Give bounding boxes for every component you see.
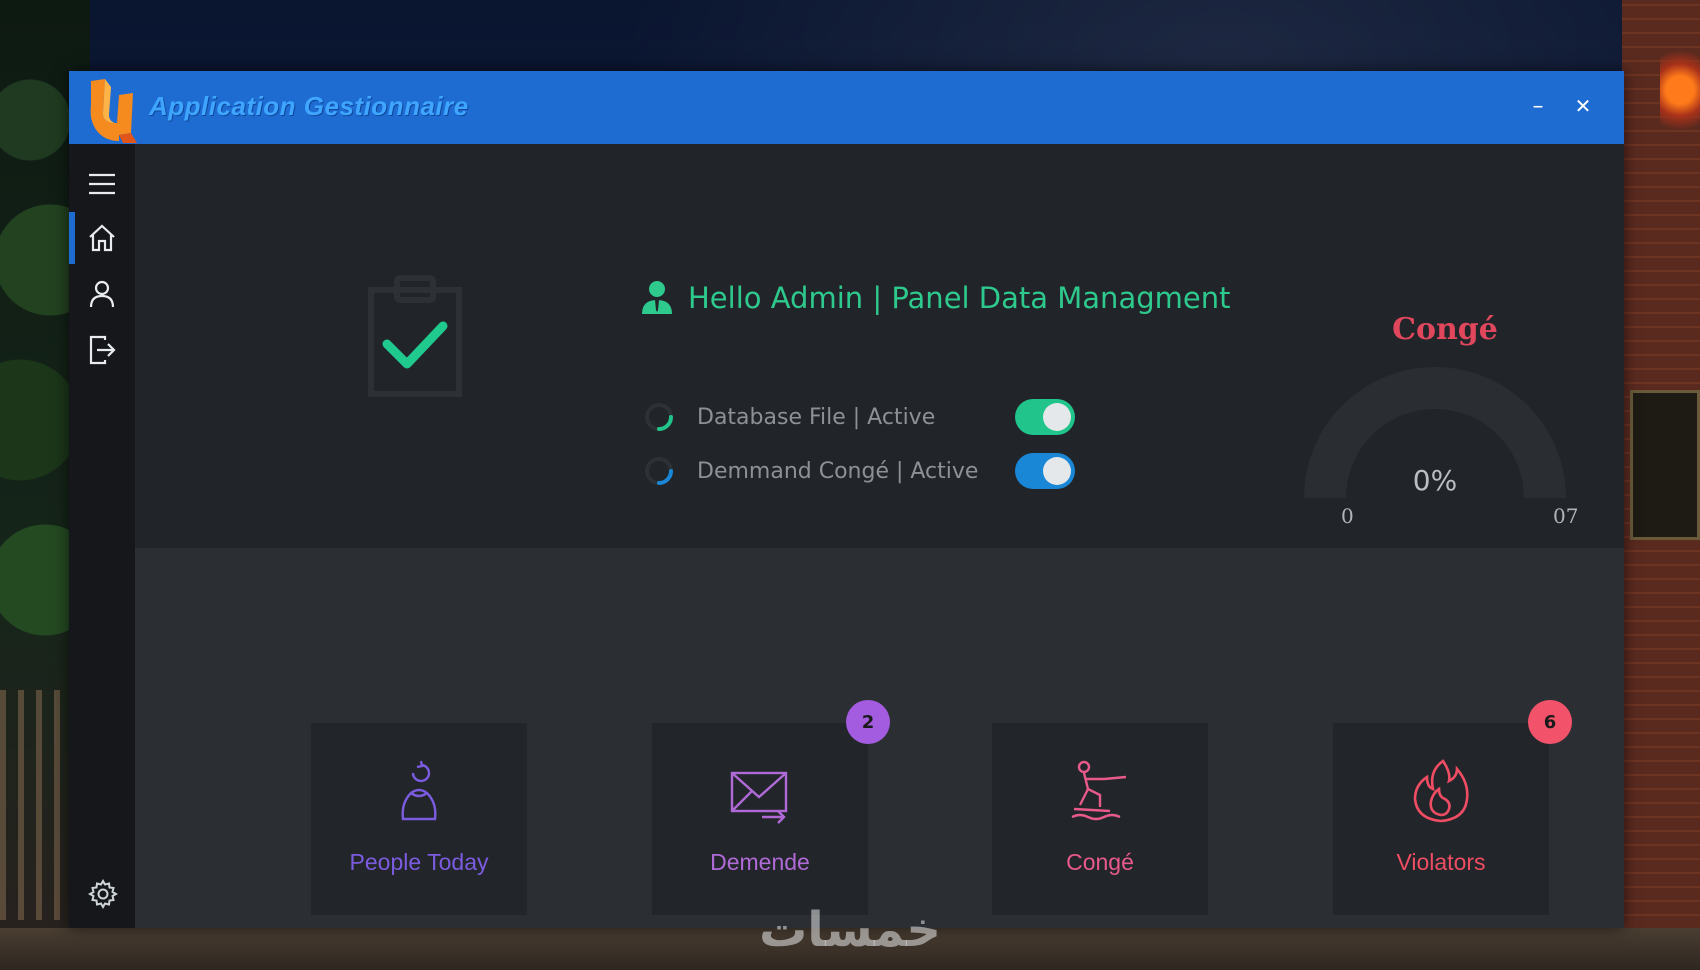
- background-railing: [0, 690, 70, 920]
- loading-spinner-icon: [645, 457, 673, 485]
- demmand-conge-toggle[interactable]: [1015, 453, 1075, 489]
- gauge-value: 0%: [1412, 464, 1458, 497]
- logout-icon: [89, 335, 116, 365]
- toggle-knob: [1043, 457, 1071, 485]
- mail-forward-icon: [730, 771, 788, 824]
- tile-label: Congé: [1066, 849, 1134, 875]
- minimize-button[interactable]: –: [1523, 91, 1553, 121]
- greeting: Hello Admin | Panel Data Managment: [640, 278, 1230, 318]
- tile-label: Violators: [1396, 849, 1486, 875]
- sidebar-item-logout[interactable]: [69, 322, 135, 378]
- person-refresh-icon: [401, 760, 437, 821]
- home-icon: [89, 224, 115, 252]
- tile-people-today[interactable]: People Today: [311, 723, 527, 915]
- admin-user-icon: [642, 281, 672, 314]
- tile-conge[interactable]: Congé: [992, 723, 1208, 915]
- status-label: Demmand Congé | Active: [697, 458, 979, 484]
- dashboard-tiles-panel: People Today Demende 2 Congé Violators 6: [135, 548, 1624, 928]
- water-ski-icon: [1071, 760, 1127, 821]
- tile-demende[interactable]: Demende: [652, 723, 868, 915]
- close-button[interactable]: ✕: [1568, 91, 1598, 121]
- sidebar-menu-toggle[interactable]: [69, 156, 135, 212]
- loading-spinner-icon: [645, 403, 673, 431]
- title-bar[interactable]: Application Gestionnaire – ✕: [69, 71, 1624, 144]
- gauge-max-label: 07: [1553, 504, 1579, 528]
- sidebar: [69, 144, 135, 928]
- gauge-title: Congé: [1392, 312, 1498, 347]
- user-icon: [89, 280, 115, 308]
- tile-label: Demende: [710, 849, 810, 875]
- app-window: Application Gestionnaire – ✕ Hello Admin…: [69, 71, 1624, 928]
- flame-icon: [1413, 759, 1469, 823]
- status-demmand-conge: Demmand Congé | Active: [643, 451, 1075, 491]
- tile-violators[interactable]: Violators: [1333, 723, 1549, 915]
- sidebar-item-users[interactable]: [69, 266, 135, 322]
- tile-label: People Today: [349, 849, 489, 875]
- status-database-file: Database File | Active: [643, 397, 1075, 437]
- dashboard-header-panel: Hello Admin | Panel Data Managment Datab…: [135, 144, 1624, 548]
- watermark-logo: خمسات: [759, 902, 941, 958]
- demende-count-badge: 2: [846, 700, 890, 744]
- settings-button[interactable]: [83, 874, 123, 914]
- settings-gear-icon: [88, 879, 118, 909]
- sidebar-item-home[interactable]: [69, 210, 135, 266]
- app-title: Application Gestionnaire: [149, 91, 469, 121]
- toggle-knob: [1043, 403, 1071, 431]
- database-file-toggle[interactable]: [1015, 399, 1075, 435]
- app-logo-icon: [90, 79, 137, 143]
- violators-count-badge: 6: [1528, 700, 1572, 744]
- status-label: Database File | Active: [697, 404, 936, 430]
- background-street-lamp: [1660, 40, 1700, 140]
- gauge-min-label: 0: [1341, 504, 1354, 528]
- greeting-text: Hello Admin | Panel Data Managment: [688, 281, 1231, 315]
- clipboard-check-icon: [368, 275, 462, 397]
- background-shop-sign: [1630, 390, 1700, 540]
- hamburger-menu-icon: [89, 173, 115, 195]
